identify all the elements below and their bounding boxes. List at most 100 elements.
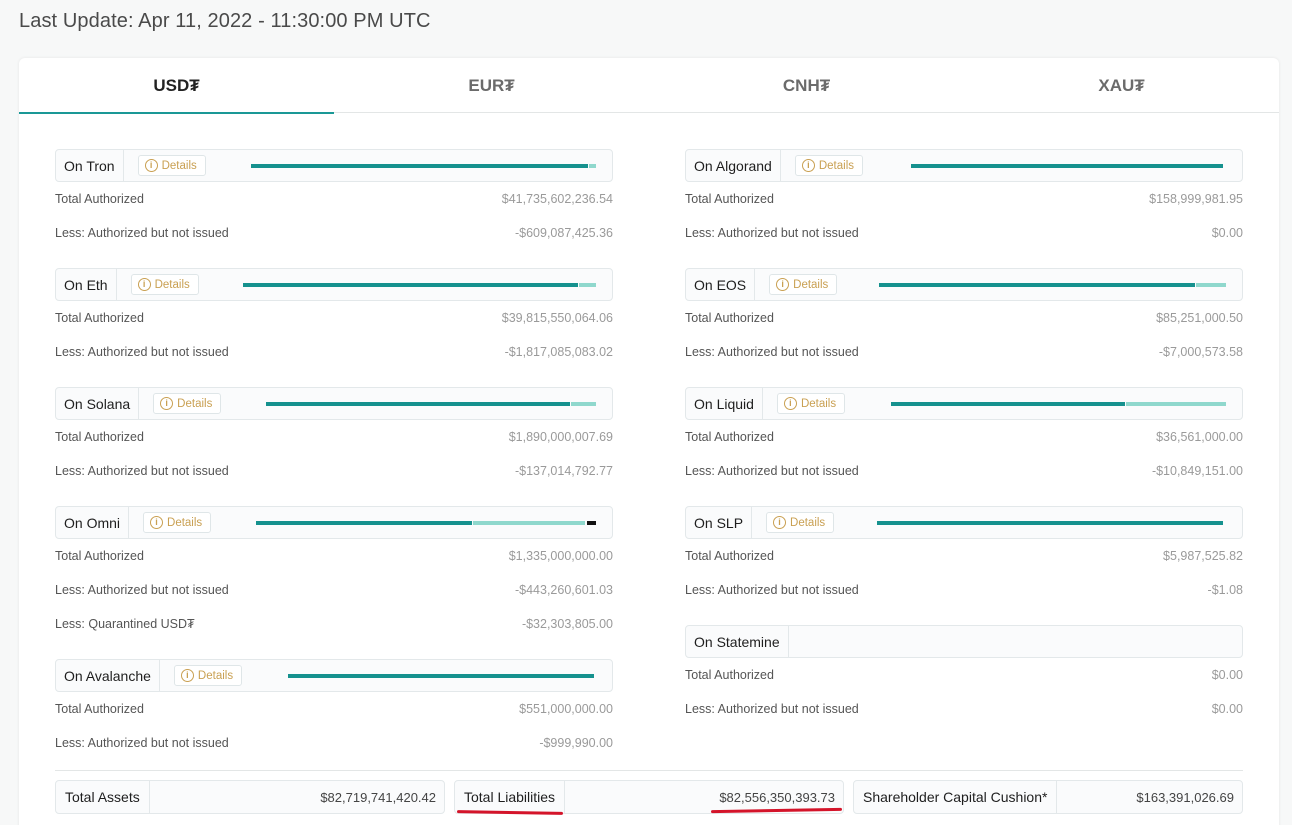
details-button[interactable]: i Details (173, 665, 243, 686)
issuance-bar (288, 674, 594, 678)
issued-segment (256, 521, 472, 525)
details-label: Details (793, 278, 829, 291)
issued-segment (891, 402, 1125, 406)
data-row: Total Authorized $5,987,525.82 (685, 539, 1243, 573)
data-row: Total Authorized $551,000,000.00 (55, 692, 613, 726)
row-label: Less: Authorized but not issued (685, 226, 859, 240)
details-button[interactable]: i Details (153, 393, 222, 414)
row-value: -$609,087,425.36 (514, 226, 613, 240)
row-label: Less: Quarantined USD₮ (55, 617, 195, 631)
total-assets-value: $82,719,741,420.42 (320, 789, 436, 805)
details-label: Details (161, 159, 197, 172)
data-row: Less: Authorized but not issued -$137,014… (55, 454, 613, 488)
row-value: -$137,014,792.77 (514, 464, 613, 478)
details-label: Details (154, 278, 190, 291)
row-label: Total Authorized (685, 192, 774, 206)
row-label: Less: Authorized but not issued (685, 464, 859, 478)
last-update-timestamp: Last Update: Apr 11, 2022 - 11:30:00 PM … (19, 10, 431, 32)
capital-cushion-value: $163,391,026.69 (1136, 789, 1234, 805)
details-button[interactable]: i Details (137, 155, 206, 176)
data-row: Less: Authorized but not issued -$10,849,… (685, 454, 1243, 488)
row-label: Total Authorized (55, 311, 144, 325)
issued-segment (266, 402, 570, 406)
row-value: $0.00 (1211, 668, 1243, 682)
details-button[interactable]: i Details (130, 274, 199, 295)
info-icon: i (180, 669, 194, 682)
tab-cnht[interactable]: CNH₮ (649, 58, 964, 113)
chain-liquid: On Liquid i Details Total Authorized $36,5… (685, 387, 1243, 488)
chain-solana: On Solana i Details Total Authorized $1,89… (55, 387, 613, 488)
details-label: Details (167, 516, 203, 529)
data-row: Less: Authorized but not issued $0.00 (685, 692, 1243, 726)
data-row: Total Authorized $158,999,981.95 (685, 182, 1243, 216)
chain-header: On Tron i Details (55, 149, 613, 182)
row-value: $0.00 (1211, 702, 1243, 716)
liabilities-label-underline (456, 810, 564, 815)
info-icon: i (773, 516, 787, 529)
tab-eurt[interactable]: EUR₮ (334, 58, 649, 113)
issuance-bar (911, 164, 1223, 168)
details-label: Details (790, 516, 826, 529)
issuance-bar (877, 521, 1223, 525)
chain-header: On Algorand i Details (685, 149, 1243, 182)
tab-usdt[interactable]: USD₮ (19, 58, 334, 114)
data-row: Total Authorized $36,561,000.00 (685, 420, 1243, 454)
row-value: -$1.08 (1207, 583, 1243, 597)
data-row: Less: Authorized but not issued -$1,817,0… (55, 335, 613, 369)
row-label: Less: Authorized but not issued (55, 736, 229, 750)
details-button[interactable]: i Details (766, 512, 835, 533)
row-label: Total Authorized (55, 192, 144, 206)
chain-header: On Solana i Details (55, 387, 613, 420)
data-row: Less: Authorized but not issued $0.00 (685, 216, 1243, 250)
info-icon: i (776, 278, 790, 291)
issuance-bar (266, 402, 596, 406)
data-row: Total Authorized $41,735,602,236.54 (55, 182, 613, 216)
row-label: Total Authorized (55, 702, 144, 716)
chain-avalanche: On Avalanche i Details Total Authorized $5… (55, 659, 613, 760)
issuance-bar (879, 283, 1226, 287)
row-value: $158,999,981.95 (1149, 192, 1243, 206)
issuance-bar (891, 402, 1226, 406)
details-button[interactable]: i Details (769, 274, 838, 295)
capital-cushion-box: Shareholder Capital Cushion* $163,391,02… (853, 780, 1243, 814)
details-button[interactable]: i Details (794, 155, 863, 176)
chain-name: On SLP (686, 507, 753, 538)
chain-name: On Algorand (686, 150, 781, 181)
row-value: $0.00 (1211, 226, 1243, 240)
data-row: Total Authorized $1,890,000,007.69 (55, 420, 613, 454)
details-button[interactable]: i Details (776, 393, 846, 414)
tab-xaut[interactable]: XAU₮ (964, 58, 1279, 113)
row-value: -$443,260,601.03 (514, 583, 613, 597)
issuance-bar (243, 283, 596, 287)
transparency-card: USD₮ EUR₮ CNH₮ XAU₮ On Tron i Details Tot… (19, 58, 1279, 825)
row-value: -$10,849,151.00 (1151, 464, 1243, 478)
issuance-bar (251, 164, 596, 168)
info-icon: i (150, 516, 164, 529)
chain-header: On SLP i Details (685, 506, 1243, 539)
data-row: Total Authorized $1,335,000,000.00 (55, 539, 613, 573)
chain-statemine: On Statemine Total Authorized $0.00 Less:… (685, 625, 1243, 726)
unissued-segment (1196, 283, 1226, 287)
chain-omni: On Omni i Details Total Authorized $1,335,… (55, 506, 613, 641)
info-icon: i (801, 159, 815, 172)
details-label: Details (800, 397, 837, 410)
info-icon: i (144, 159, 158, 172)
unissued-segment (571, 402, 596, 406)
data-row: Less: Authorized but not issued -$999,990… (55, 726, 613, 760)
data-row: Less: Authorized but not issued -$7,000,5… (685, 335, 1243, 369)
details-label: Details (197, 669, 234, 682)
data-row: Less: Authorized but not issued -$1.08 (685, 573, 1243, 607)
chain-header: On Omni i Details (55, 506, 613, 539)
row-label: Less: Authorized but not issued (685, 583, 859, 597)
details-button[interactable]: i Details (143, 512, 212, 533)
chain-header: On Liquid i Details (685, 387, 1243, 420)
row-value: -$32,303,805.00 (521, 617, 613, 631)
row-value: -$1,817,085,083.02 (504, 345, 613, 359)
quarantined-segment (587, 521, 596, 525)
info-icon: i (783, 397, 797, 410)
total-liabilities-label: Total Liabilities (455, 781, 566, 813)
currency-tabs: USD₮ EUR₮ CNH₮ XAU₮ (19, 58, 1279, 114)
row-label: Less: Authorized but not issued (685, 345, 859, 359)
row-value: -$999,990.00 (539, 736, 613, 750)
row-value: -$7,000,573.58 (1158, 345, 1243, 359)
